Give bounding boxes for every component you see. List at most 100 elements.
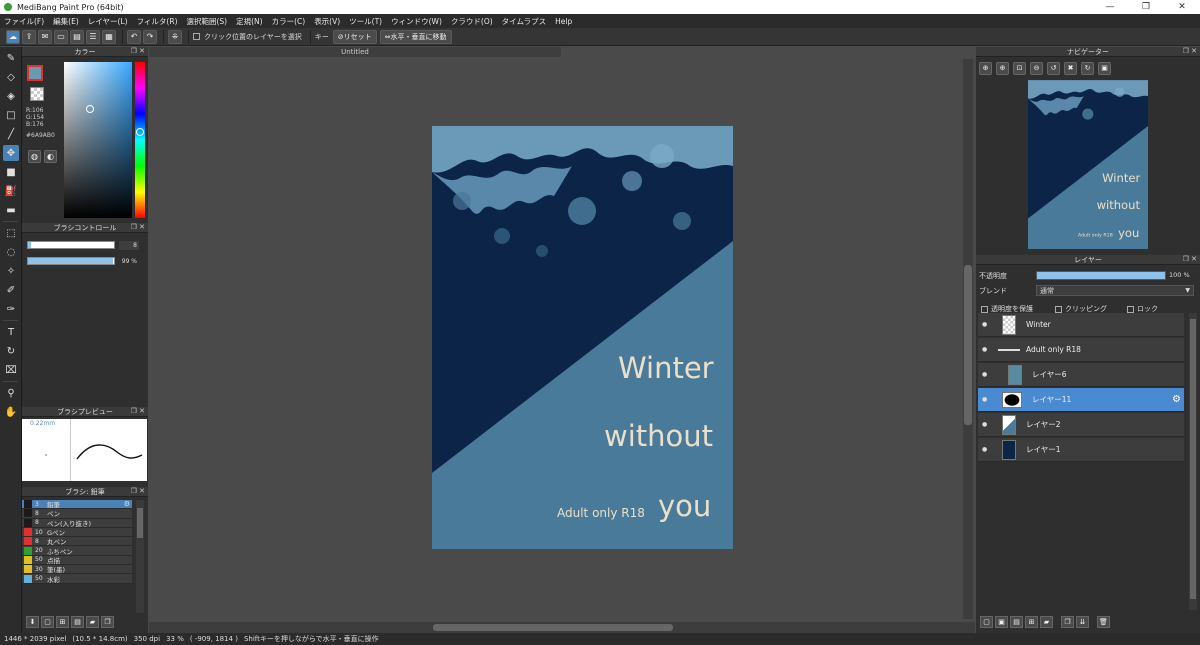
undo-icon[interactable]: ↶ (127, 29, 141, 44)
menu-view[interactable]: 表示(V) (314, 16, 340, 27)
visibility-eye-icon[interactable]: ● (982, 421, 992, 428)
line-tool-icon[interactable]: ╱ (3, 126, 19, 142)
chat-icon[interactable]: ▭ (54, 29, 68, 44)
cloud-icon[interactable]: ☁ (6, 29, 20, 44)
visibility-eye-icon[interactable]: ● (982, 371, 992, 378)
lasso-icon[interactable]: ◌ (3, 244, 19, 260)
zoom-in-icon[interactable]: ⊕ (979, 61, 992, 75)
gradient-tool-icon[interactable]: ▬ (3, 202, 19, 218)
scrollbar-thumb[interactable] (433, 624, 673, 631)
menu-selection[interactable]: 選択範囲(S) (187, 16, 228, 27)
reset-button[interactable]: ⊘ リセット (332, 29, 377, 44)
scrollbar-thumb[interactable] (964, 265, 972, 425)
menu-edit[interactable]: 編集(E) (53, 16, 79, 27)
brush-opacity-slider[interactable] (27, 257, 115, 265)
menu-window[interactable]: ウィンドウ(W) (391, 16, 442, 27)
rotate-right-icon[interactable]: ↻ (1081, 61, 1094, 75)
folder-icon[interactable]: ▰ (86, 616, 99, 628)
brush-size-value[interactable]: 8 (119, 241, 139, 250)
transform-icon[interactable]: ⁜ (168, 29, 182, 44)
brush-size-slider[interactable] (27, 241, 115, 249)
layer-row[interactable]: ● Adult only R18 (978, 338, 1184, 362)
fit-icon[interactable]: ⊡ (1013, 61, 1026, 75)
rotate-left-icon[interactable]: ↺ (1047, 61, 1060, 75)
gear-icon[interactable]: ⚙ (124, 500, 130, 508)
operation-tool-icon[interactable]: ↻ (3, 343, 19, 359)
new-8bit-layer-icon[interactable]: ▣ (995, 616, 1008, 628)
checkbox-icon[interactable] (193, 33, 200, 40)
artwork-canvas[interactable]: Winter without you Adult only R18 (432, 126, 733, 549)
brush-list-item[interactable]: 20 ふちペン (22, 546, 132, 556)
palette-icon[interactable]: ◍ (28, 150, 41, 163)
checkbox-icon[interactable] (1055, 305, 1062, 313)
delete-layer-icon[interactable]: 🗑 (1097, 616, 1110, 628)
move-hv-button[interactable]: ⇔ 水平・垂直に移動 (379, 29, 452, 44)
maximize-button[interactable]: ❐ (1128, 0, 1164, 14)
brush-list-scrollbar[interactable] (136, 500, 144, 613)
visibility-eye-icon[interactable]: ● (982, 396, 992, 403)
divide-tool-icon[interactable]: ⌧ (3, 362, 19, 378)
brush-list-item[interactable]: 30 筆(墨) (22, 565, 132, 575)
menu-timelapse[interactable]: タイムラプス (502, 16, 546, 27)
reset-view-icon[interactable]: ▣ (1098, 61, 1111, 75)
duplicate-icon[interactable]: ❐ (101, 616, 114, 628)
scrollbar-thumb[interactable] (137, 508, 143, 538)
menu-ruler[interactable]: 定規(N) (236, 16, 262, 27)
hue-slider[interactable] (135, 62, 145, 218)
merge-down-icon[interactable]: ⇊ (1076, 616, 1089, 628)
document-tab[interactable]: Untitled (149, 47, 561, 57)
brush-list-item[interactable]: 8 ペン(入り抜き) (22, 518, 132, 528)
menu-cloud[interactable]: クラウド(O) (451, 16, 493, 27)
brush-list-item[interactable]: 50 水彩 (22, 574, 132, 584)
cloud-download-icon[interactable]: ⬇ (26, 616, 39, 628)
move-tool-icon[interactable]: ✥ (3, 145, 19, 161)
menu-layer[interactable]: レイヤー(L) (88, 16, 128, 27)
brush-list-item[interactable]: 3 鉛筆 ⚙ (22, 500, 132, 510)
panel-controls[interactable]: ❐ ✕ (1183, 47, 1197, 55)
panel-controls[interactable]: ❐ ✕ (1183, 255, 1197, 263)
menu-tool[interactable]: ツール(T) (349, 16, 382, 27)
add-brush-icon[interactable]: ⊞ (56, 616, 69, 628)
background-color-swatch[interactable] (30, 87, 44, 101)
foreground-color-swatch[interactable] (27, 65, 43, 81)
magic-wand-icon[interactable]: ✧ (3, 263, 19, 279)
layer-row[interactable]: ● レイヤー11 ⚙ (978, 388, 1184, 412)
panel-controls[interactable]: ❐ ✕ (131, 487, 145, 495)
list-icon[interactable]: ☰ (86, 29, 100, 44)
eyedropper-icon[interactable]: ⚲ (3, 385, 19, 401)
close-button[interactable]: ✕ (1164, 0, 1200, 14)
eraser-tool-icon[interactable]: ◇ (3, 69, 19, 85)
select-rect-icon[interactable]: ⬚ (3, 225, 19, 241)
layer-row[interactable]: ● レイヤー1 (978, 438, 1184, 462)
new-layer-icon[interactable]: ▢ (980, 616, 993, 628)
menu-filter[interactable]: フィルタ(R) (137, 16, 178, 27)
layer-row[interactable]: ● Winter (978, 313, 1184, 337)
flip-icon[interactable]: ✖ (1064, 61, 1077, 75)
dot-eraser-icon[interactable]: ◈ (3, 88, 19, 104)
document-icon[interactable]: ▤ (70, 29, 84, 44)
menu-help[interactable]: Help (555, 17, 572, 26)
saturation-value-field[interactable] (64, 62, 132, 218)
duplicate-layer-icon[interactable]: ❐ (1061, 616, 1074, 628)
visibility-eye-icon[interactable]: ● (982, 346, 992, 353)
text-tool-icon[interactable]: T (3, 324, 19, 340)
sv-cursor[interactable] (86, 105, 94, 113)
brush-list-item[interactable]: 10 Gペン (22, 527, 132, 538)
comment-icon[interactable]: ✉ (38, 29, 52, 44)
hand-tool-icon[interactable]: ✋ (3, 404, 19, 420)
scrollbar-thumb[interactable] (1190, 319, 1196, 599)
brush-tool-icon[interactable]: ✎ (3, 50, 19, 66)
fill-rect-tool-icon[interactable]: ■ (3, 164, 19, 180)
blend-mode-select[interactable]: 通常 ▼ (1036, 285, 1194, 296)
layer-row[interactable]: ● レイヤー2 (978, 413, 1184, 437)
canvas-area[interactable]: Untitled Winter without you Adult only R… (149, 47, 975, 633)
menu-color[interactable]: カラー(C) (272, 16, 306, 27)
canvas-vertical-scrollbar[interactable] (963, 59, 973, 619)
menu-file[interactable]: ファイル(F) (4, 16, 44, 27)
brush-list-item[interactable]: 8 丸ペン (22, 537, 132, 547)
new-1bit-layer-icon[interactable]: ▤ (1010, 616, 1023, 628)
grid-icon[interactable]: ▦ (102, 29, 116, 44)
brush-settings-icon[interactable]: ▤ (71, 616, 84, 628)
minimize-button[interactable]: — (1092, 0, 1128, 14)
select-eraser-icon[interactable]: ✑ (3, 301, 19, 317)
